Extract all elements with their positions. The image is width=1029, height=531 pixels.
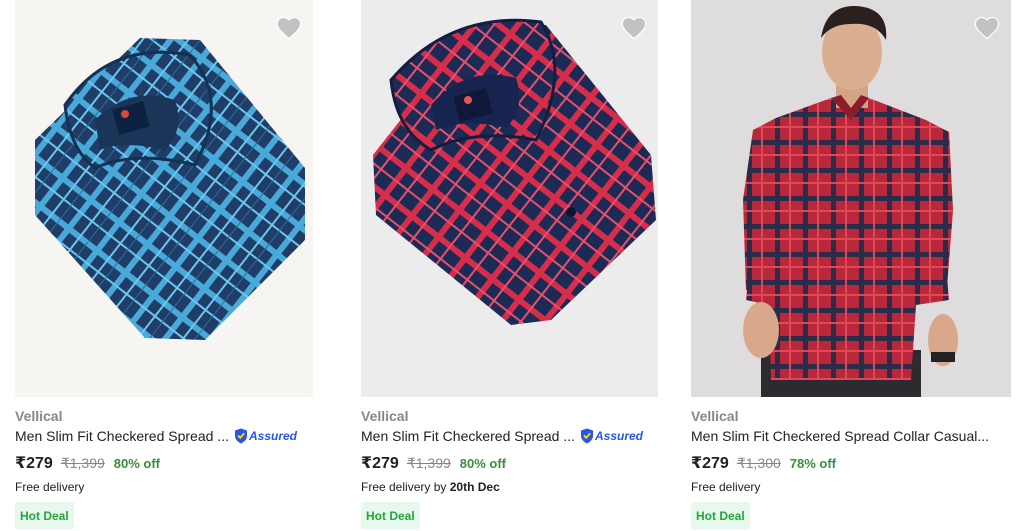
product-photo	[691, 0, 1011, 397]
delivery-date: 20th Dec	[449, 480, 500, 494]
delivery-text: Free delivery	[691, 480, 761, 494]
discount: 80% off	[113, 456, 161, 471]
price-row: ₹279 ₹1,399 80% off	[15, 453, 160, 473]
heart-icon	[621, 16, 647, 40]
discount: 80% off	[459, 456, 507, 471]
delivery-info: Free delivery	[15, 480, 84, 494]
product-brand: Vellical	[15, 408, 63, 424]
heart-icon	[974, 16, 1000, 40]
heart-icon	[276, 16, 302, 40]
original-price: ₹1,399	[60, 455, 105, 471]
product-card[interactable]: Vellical Men Slim Fit Checkered Spread .…	[361, 0, 658, 531]
product-card[interactable]: Vellical Men Slim Fit Checkered Spread .…	[15, 0, 313, 531]
product-title[interactable]: Men Slim Fit Checkered Spread Collar Cas…	[691, 428, 989, 444]
price-row: ₹279 ₹1,300 78% off	[691, 453, 836, 473]
price: ₹279	[361, 455, 399, 472]
assured-badge: Assured	[234, 428, 297, 444]
original-price: ₹1,399	[406, 455, 451, 471]
product-title[interactable]: Men Slim Fit Checkered Spread ...	[15, 428, 229, 444]
product-title-row: Men Slim Fit Checkered Spread Collar Cas…	[691, 428, 989, 444]
deal-badge: Hot Deal	[691, 502, 750, 529]
product-photo	[361, 0, 658, 397]
assured-label: Assured	[594, 429, 644, 443]
product-title-row: Men Slim Fit Checkered Spread ... Assure…	[15, 428, 297, 444]
product-photo	[15, 0, 313, 397]
price-row: ₹279 ₹1,399 80% off	[361, 453, 506, 473]
delivery-info: Free delivery by 20th Dec	[361, 480, 500, 494]
shield-icon	[234, 428, 247, 444]
delivery-info: Free delivery	[691, 480, 760, 494]
original-price: ₹1,300	[736, 455, 781, 471]
discount: 78% off	[789, 456, 837, 471]
product-image[interactable]	[15, 0, 313, 397]
delivery-text: Free delivery	[15, 480, 85, 494]
wishlist-button[interactable]	[620, 14, 648, 42]
deal-badge: Hot Deal	[15, 502, 74, 529]
assured-badge: Assured	[580, 428, 643, 444]
product-image[interactable]	[361, 0, 658, 397]
shield-icon	[580, 428, 593, 444]
assured-label: Assured	[248, 429, 298, 443]
product-title-row: Men Slim Fit Checkered Spread ... Assure…	[361, 428, 643, 444]
price: ₹279	[15, 455, 53, 472]
wishlist-button[interactable]	[973, 14, 1001, 42]
product-card[interactable]: Vellical Men Slim Fit Checkered Spread C…	[691, 0, 1011, 531]
product-brand: Vellical	[691, 408, 739, 424]
delivery-text: Free delivery by	[361, 480, 447, 494]
wishlist-button[interactable]	[275, 14, 303, 42]
price: ₹279	[691, 455, 729, 472]
deal-badge: Hot Deal	[361, 502, 420, 529]
product-image[interactable]	[691, 0, 1011, 397]
product-brand: Vellical	[361, 408, 409, 424]
product-title[interactable]: Men Slim Fit Checkered Spread ...	[361, 428, 575, 444]
